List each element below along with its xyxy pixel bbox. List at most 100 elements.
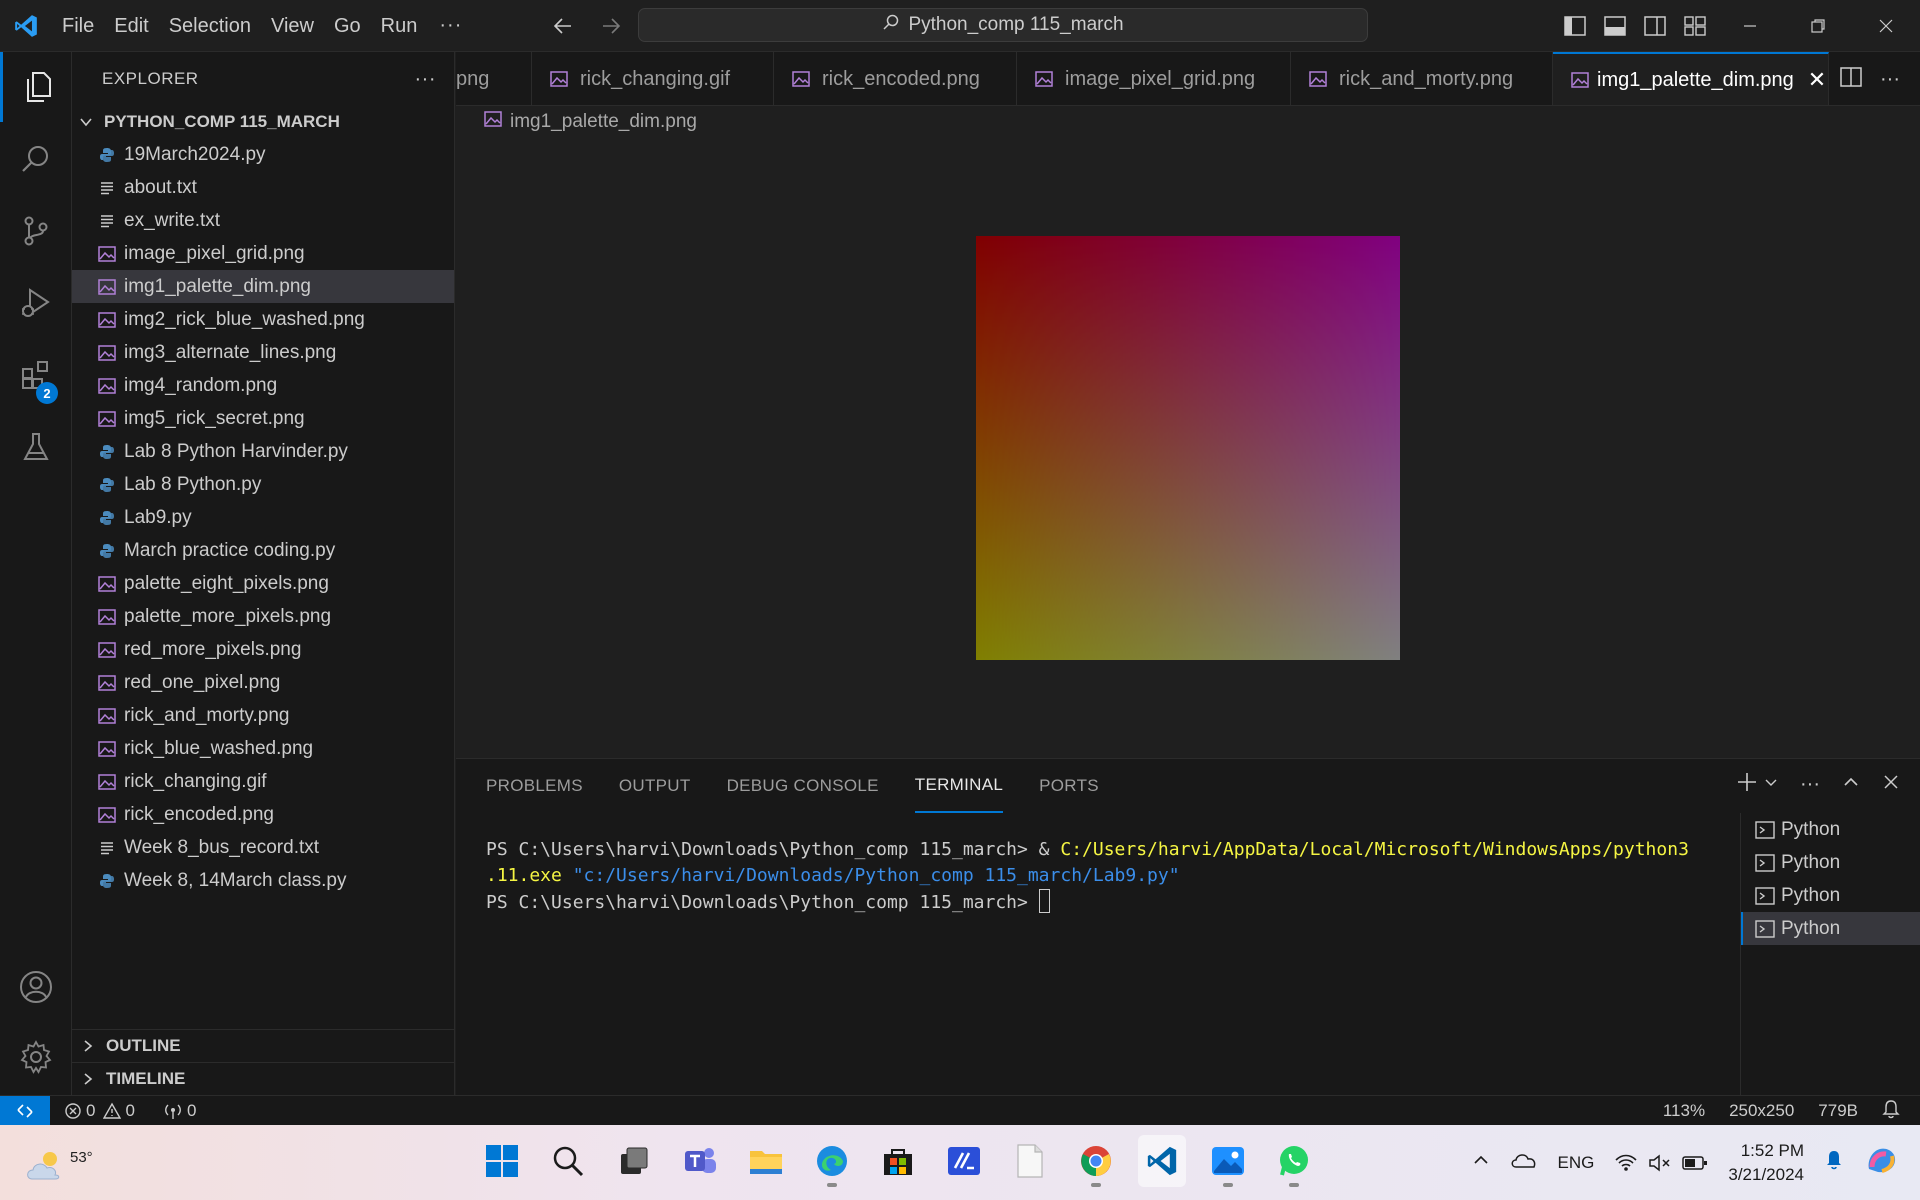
terminal-instance[interactable]: Python xyxy=(1741,846,1920,879)
menu-selection[interactable]: Selection xyxy=(159,8,261,44)
command-center-search[interactable]: Python_comp 115_march xyxy=(638,8,1368,42)
problems-status[interactable]: 0 0 xyxy=(64,1101,135,1121)
tab-img1-palette-dim[interactable]: img1_palette_dim.png ✕ xyxy=(1553,52,1829,105)
start-button-icon[interactable] xyxy=(478,1135,526,1187)
clock[interactable]: 1:52 PM 3/21/2024 xyxy=(1728,1139,1804,1187)
customize-layout-icon[interactable] xyxy=(1680,10,1710,42)
restore-icon[interactable] xyxy=(1784,0,1852,52)
file-item[interactable]: img2_rick_blue_washed.png xyxy=(72,303,454,336)
tab-rick-encoded[interactable]: rick_encoded.png xyxy=(774,52,1017,105)
chrome-icon[interactable] xyxy=(1072,1135,1120,1187)
explorer-more-button[interactable]: ··· xyxy=(415,68,436,91)
file-item[interactable]: red_more_pixels.png xyxy=(72,633,454,666)
file-item[interactable]: palette_more_pixels.png xyxy=(72,600,454,633)
file-item[interactable]: 19March2024.py xyxy=(72,138,454,171)
toggle-secondary-sidebar-icon[interactable] xyxy=(1640,10,1670,42)
terminal-instance[interactable]: Python xyxy=(1741,879,1920,912)
tab-rick-and-morty[interactable]: rick_and_morty.png xyxy=(1291,52,1553,105)
notepad-icon[interactable] xyxy=(1006,1135,1054,1187)
task-view-icon[interactable] xyxy=(610,1135,658,1187)
manage-gear-icon[interactable] xyxy=(0,1022,72,1092)
vscode-taskbar-icon[interactable] xyxy=(1138,1135,1186,1187)
ports-status[interactable]: 0 xyxy=(163,1101,196,1121)
show-hidden-icons-icon[interactable] xyxy=(1472,1151,1490,1174)
close-window-icon[interactable] xyxy=(1852,0,1920,52)
timeline-section[interactable]: TIMELINE xyxy=(72,1062,455,1095)
file-item[interactable]: Lab 8 Python Harvinder.py xyxy=(72,435,454,468)
file-item[interactable]: March practice coding.py xyxy=(72,534,454,567)
forward-arrow-icon[interactable] xyxy=(596,10,626,42)
explorer-icon[interactable] xyxy=(0,52,72,122)
zoom-level[interactable]: 113% xyxy=(1663,1101,1705,1121)
search-view-icon[interactable] xyxy=(0,124,72,194)
panel-more-icon[interactable]: ··· xyxy=(1800,773,1820,796)
source-control-icon[interactable] xyxy=(0,196,72,266)
powerautomate-icon[interactable] xyxy=(940,1135,988,1187)
tab-close-icon[interactable]: ✕ xyxy=(1808,67,1826,93)
split-editor-icon[interactable] xyxy=(1840,66,1862,92)
terminal-instance[interactable]: Python xyxy=(1741,813,1920,846)
teams-icon[interactable] xyxy=(676,1135,724,1187)
image-preview[interactable] xyxy=(976,236,1400,660)
microsoft-store-icon[interactable] xyxy=(874,1135,922,1187)
tab-terminal[interactable]: TERMINAL xyxy=(914,759,1004,813)
file-item[interactable]: rick_blue_washed.png xyxy=(72,732,454,765)
file-item[interactable]: about.txt xyxy=(72,171,454,204)
whatsapp-icon[interactable] xyxy=(1270,1135,1318,1187)
file-item[interactable]: Lab 8 Python.py xyxy=(72,468,454,501)
back-arrow-icon[interactable] xyxy=(548,10,578,42)
accounts-icon[interactable] xyxy=(0,952,72,1022)
file-explorer-icon[interactable] xyxy=(742,1135,790,1187)
testing-icon[interactable] xyxy=(0,412,72,482)
maximize-panel-icon[interactable] xyxy=(1842,773,1860,796)
tab-image-pixel-grid[interactable]: image_pixel_grid.png xyxy=(1017,52,1291,105)
file-item[interactable]: palette_eight_pixels.png xyxy=(72,567,454,600)
file-item[interactable]: red_one_pixel.png xyxy=(72,666,454,699)
new-terminal-icon[interactable] xyxy=(1736,771,1758,798)
file-item[interactable]: Lab9.py xyxy=(72,501,454,534)
onedrive-icon[interactable] xyxy=(1510,1150,1538,1175)
terminal-dropdown-icon[interactable] xyxy=(1764,775,1778,794)
file-item[interactable]: ex_write.txt xyxy=(72,204,454,237)
weather-widget[interactable]: 53° xyxy=(24,1135,93,1190)
file-item[interactable]: img5_rick_secret.png xyxy=(72,402,454,435)
file-item[interactable]: rick_encoded.png xyxy=(72,798,454,831)
notification-bell-icon[interactable] xyxy=(1824,1149,1844,1176)
file-item[interactable]: img4_random.png xyxy=(72,369,454,402)
tab-ports[interactable]: PORTS xyxy=(1039,759,1099,813)
file-item[interactable]: rick_and_morty.png xyxy=(72,699,454,732)
run-debug-icon[interactable] xyxy=(0,268,72,338)
menu-run[interactable]: Run xyxy=(371,8,428,44)
notifications-bell-icon[interactable] xyxy=(1882,1099,1900,1124)
file-item[interactable]: img3_alternate_lines.png xyxy=(72,336,454,369)
photos-icon[interactable] xyxy=(1204,1135,1252,1187)
tab-png[interactable]: png xyxy=(456,52,532,105)
file-item[interactable]: rick_changing.gif xyxy=(72,765,454,798)
tab-output[interactable]: OUTPUT xyxy=(619,759,691,813)
search-taskbar-icon[interactable] xyxy=(544,1135,592,1187)
copilot-icon[interactable] xyxy=(1864,1143,1900,1182)
folder-header[interactable]: PYTHON_COMP 115_MARCH xyxy=(72,106,454,138)
tab-rick-changing[interactable]: rick_changing.gif xyxy=(532,52,774,105)
minimize-icon[interactable] xyxy=(1716,0,1784,52)
menu-go[interactable]: Go xyxy=(324,8,371,44)
edge-icon[interactable] xyxy=(808,1135,856,1187)
file-item[interactable]: image_pixel_grid.png xyxy=(72,237,454,270)
menu-more-button[interactable]: ··· xyxy=(427,14,474,37)
network-volume-battery[interactable] xyxy=(1614,1153,1708,1173)
outline-section[interactable]: OUTLINE xyxy=(72,1029,455,1062)
terminal-instance[interactable]: Python xyxy=(1741,912,1920,945)
menu-view[interactable]: View xyxy=(261,8,324,44)
file-item[interactable]: Week 8_bus_record.txt xyxy=(72,831,454,864)
toggle-panel-icon[interactable] xyxy=(1600,10,1630,42)
remote-indicator-icon[interactable] xyxy=(0,1095,50,1126)
language-indicator[interactable]: ENG xyxy=(1558,1153,1595,1173)
breadcrumb-file[interactable]: img1_palette_dim.png xyxy=(510,111,697,133)
extensions-icon[interactable]: 2 xyxy=(0,340,72,410)
toggle-primary-sidebar-icon[interactable] xyxy=(1560,10,1590,42)
editor-more-icon[interactable]: ··· xyxy=(1880,68,1900,91)
menu-file[interactable]: File xyxy=(52,8,104,44)
terminal-output[interactable]: PS C:\Users\harvi\Downloads\Python_comp … xyxy=(486,837,1920,916)
menu-edit[interactable]: Edit xyxy=(104,8,158,44)
tab-problems[interactable]: PROBLEMS xyxy=(486,759,583,813)
